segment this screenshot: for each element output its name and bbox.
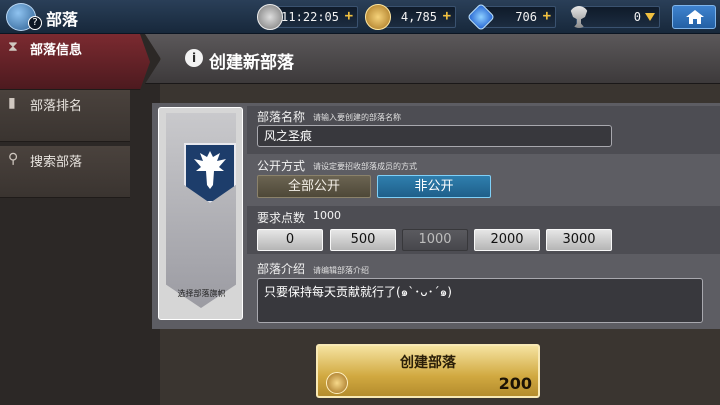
hourglass-icon <box>257 4 283 30</box>
intro-label: 部落介绍 <box>257 262 306 276</box>
gem-icon <box>466 2 496 32</box>
sidebar-item-label: 部落信息 <box>30 43 83 58</box>
clan-name-input[interactable]: 风之圣痕 <box>257 125 612 147</box>
section-title: 创建新部落 <box>209 53 294 73</box>
create-cost: 200 <box>498 374 532 393</box>
sidebar-item-label: 搜索部落 <box>30 155 83 170</box>
top-bar: ? 部落 1 1:22:05 + 4,785 + 706 + 0 <box>0 0 720 34</box>
info-icon: i <box>185 49 203 67</box>
banner-label: 选择部落旗帜 <box>177 289 226 298</box>
points-option-2000[interactable]: 2000 <box>474 229 540 251</box>
coin-icon <box>326 372 348 394</box>
visibility-private-option[interactable]: 非公开 <box>377 175 491 198</box>
gem-add-icon[interactable]: + <box>543 8 551 24</box>
points-label: 要求点数 <box>257 211 306 225</box>
trophy-icon <box>569 6 589 28</box>
search-icon: ⚲ <box>8 151 19 167</box>
points-option-1000[interactable]: 1000 <box>402 229 468 251</box>
trophy-resource[interactable]: 0 <box>569 6 660 28</box>
sidebar-item-clan-info[interactable]: ⧗ 部落信息 <box>0 34 150 90</box>
home-button[interactable] <box>672 5 716 29</box>
timer-resource[interactable]: 1 1:22:05 + <box>257 4 358 30</box>
create-clan-label: 创建部落 <box>400 355 456 371</box>
trophy-value: 0 <box>633 10 641 24</box>
home-icon <box>686 10 704 24</box>
visibility-label: 公开方式 <box>257 159 306 173</box>
name-hint: 请输入要创建的部落名称 <box>313 113 401 122</box>
gem-value: 706 <box>515 10 537 24</box>
sidebar-item-label: 部落排名 <box>30 99 83 114</box>
coin-resource[interactable]: 4,785 + <box>365 4 456 30</box>
visibility-public-option[interactable]: 全部公开 <box>257 175 371 198</box>
page-title: 部落 <box>46 10 79 29</box>
section-header: i 创建新部落 <box>145 34 720 84</box>
hourglass-icon: ⧗ <box>8 39 18 55</box>
ranking-icon: ▮ <box>8 95 16 111</box>
help-icon[interactable]: ? <box>28 16 42 30</box>
banner-flag <box>166 113 236 308</box>
sidebar-item-search-clan[interactable]: ⚲ 搜索部落 <box>0 146 130 198</box>
name-label: 部落名称 <box>257 110 306 124</box>
visibility-hint: 请设定要招收部落成员的方式 <box>313 162 417 171</box>
coin-add-icon[interactable]: + <box>443 8 451 24</box>
timer-value: 1:22:05 <box>288 10 339 24</box>
coin-value: 4,785 <box>400 10 437 24</box>
points-option-0[interactable]: 0 <box>257 229 323 251</box>
create-clan-button[interactable]: 创建部落 200 <box>316 344 540 398</box>
coin-icon <box>365 4 391 30</box>
gem-resource[interactable]: 706 + <box>466 2 556 32</box>
points-value: 1000 <box>313 209 341 222</box>
chevron-down-icon[interactable] <box>645 13 655 21</box>
clan-intro-input[interactable]: 只要保持每天贡献就行了(๑`･ᴗ･´๑) <box>257 278 703 323</box>
timer-count: 1 <box>281 10 289 24</box>
points-option-3000[interactable]: 3000 <box>546 229 612 251</box>
banner-selector[interactable]: 选择部落旗帜 <box>158 107 243 320</box>
sidebar-item-clan-ranking[interactable]: ▮ 部落排名 <box>0 90 130 142</box>
eagle-emblem-icon <box>184 143 236 203</box>
intro-hint: 请编辑部落介绍 <box>313 266 369 275</box>
sidebar: ⧗ 部落信息 ▮ 部落排名 ⚲ 搜索部落 <box>0 34 160 405</box>
points-option-500[interactable]: 500 <box>330 229 396 251</box>
timer-add-icon[interactable]: + <box>345 8 353 24</box>
